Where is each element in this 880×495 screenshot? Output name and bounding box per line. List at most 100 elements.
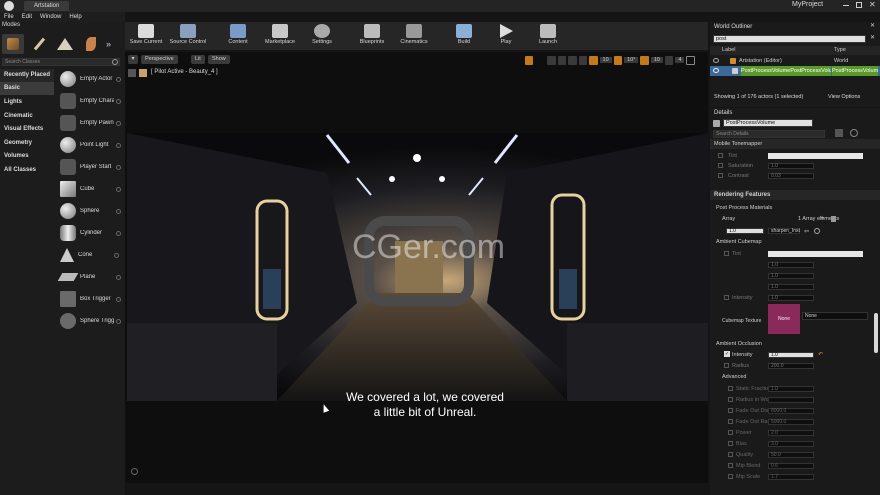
- world-outliner-tab[interactable]: World Outliner: [714, 22, 752, 32]
- scale-snap-value[interactable]: 10: [650, 57, 663, 63]
- place-item-plane[interactable]: Plane: [56, 266, 124, 288]
- cinematics-button[interactable]: Cinematics: [395, 22, 433, 45]
- content-button[interactable]: Content: [219, 22, 257, 45]
- place-item-cube[interactable]: Cube: [56, 178, 124, 200]
- advanced-row-field[interactable]: 1.7: [768, 474, 814, 480]
- outliner-row-postprocess[interactable]: PostProcessVolumePostProcessVolume PostP…: [710, 66, 880, 76]
- category-recently-placed[interactable]: Recently Placed: [0, 69, 54, 82]
- checkbox[interactable]: [728, 419, 733, 424]
- tint-color-swatch[interactable]: [768, 153, 863, 159]
- details-scrollbar[interactable]: [874, 313, 878, 353]
- info-icon[interactable]: [116, 230, 121, 236]
- more-modes-icon[interactable]: »: [106, 39, 111, 49]
- pilot-eject-icon[interactable]: [128, 69, 136, 77]
- lit-button[interactable]: Lit: [191, 55, 205, 64]
- advanced-row-field[interactable]: 1.0: [768, 386, 814, 392]
- outliner-close-icon[interactable]: ✕: [870, 22, 875, 29]
- surface-snap-icon[interactable]: [578, 55, 588, 65]
- camera-speed-icon[interactable]: [664, 55, 674, 65]
- cubemap-select[interactable]: None: [802, 312, 868, 320]
- element-asset-field[interactable]: sharpen_Inst: [768, 228, 800, 234]
- checkbox[interactable]: [728, 397, 733, 402]
- saturation-field[interactable]: 1.0: [768, 163, 814, 169]
- info-icon[interactable]: [116, 120, 121, 126]
- cubemap-thumbnail[interactable]: None: [768, 304, 800, 334]
- viewport-options-icon[interactable]: ▾: [128, 55, 138, 64]
- close-icon[interactable]: ✕: [869, 0, 876, 9]
- checkbox[interactable]: [728, 430, 733, 435]
- advanced-row-field[interactable]: 5000.0: [768, 419, 814, 425]
- category-volumes[interactable]: Volumes: [0, 150, 54, 163]
- cubemap-tint-swatch[interactable]: [768, 251, 863, 257]
- browse-arrow-icon[interactable]: ⇦: [804, 227, 809, 237]
- ambient-occlusion-row[interactable]: Ambient Occlusion: [710, 339, 880, 349]
- category-visual-effects[interactable]: Visual Effects: [0, 123, 54, 136]
- cubemap-r-field[interactable]: 1.0: [768, 262, 814, 268]
- category-basic[interactable]: Basic: [0, 82, 54, 95]
- delete-icon[interactable]: [831, 216, 836, 222]
- category-lights[interactable]: Lights: [0, 96, 54, 109]
- grid-snap-icon[interactable]: [589, 55, 598, 65]
- details-search-input[interactable]: Search Details: [713, 130, 825, 138]
- place-item-player-start[interactable]: Player Start: [56, 156, 124, 178]
- checkbox[interactable]: [724, 251, 729, 256]
- info-icon[interactable]: [116, 318, 121, 324]
- checkbox[interactable]: [718, 153, 723, 158]
- info-icon[interactable]: [116, 76, 121, 82]
- visibility-eye-icon[interactable]: [713, 68, 719, 73]
- info-icon[interactable]: [116, 142, 121, 148]
- checkbox[interactable]: [728, 452, 733, 457]
- checkbox[interactable]: [728, 441, 733, 446]
- maximize-viewport-icon[interactable]: [686, 55, 695, 65]
- info-icon[interactable]: [116, 164, 121, 170]
- launch-button[interactable]: Launch: [529, 22, 567, 45]
- save-current-button[interactable]: Save Current: [127, 22, 165, 45]
- info-icon[interactable]: [116, 98, 121, 104]
- info-icon[interactable]: [116, 186, 121, 192]
- advanced-row-field[interactable]: [768, 397, 814, 403]
- advanced-row-field[interactable]: 8000.0: [768, 408, 814, 414]
- scale-snap-icon[interactable]: [640, 55, 649, 65]
- place-item-empty-pawn[interactable]: Empty Pawn: [56, 112, 124, 134]
- settings-button[interactable]: Settings: [303, 22, 341, 45]
- menu-file[interactable]: File: [4, 14, 14, 20]
- translate-icon[interactable]: [525, 55, 534, 65]
- place-item-empty-actor[interactable]: Empty Actor: [56, 68, 124, 90]
- ambient-cubemap-row[interactable]: Ambient Cubemap: [710, 237, 880, 247]
- ao-intensity-field[interactable]: 1.0: [768, 352, 814, 358]
- foliage-mode-icon[interactable]: [80, 34, 102, 54]
- post-process-materials-row[interactable]: Post Process Materials: [710, 203, 880, 213]
- level-tab[interactable]: Artstation: [24, 1, 70, 11]
- advanced-row-field[interactable]: 2.0: [768, 430, 814, 436]
- info-icon[interactable]: [116, 274, 121, 280]
- checkbox[interactable]: [728, 474, 733, 479]
- info-icon[interactable]: [116, 296, 121, 302]
- checkbox[interactable]: [728, 408, 733, 413]
- minimize-icon[interactable]: [843, 5, 849, 6]
- ao-radius-field[interactable]: 200.0: [768, 363, 814, 369]
- info-icon[interactable]: [114, 252, 119, 258]
- checkbox[interactable]: [724, 295, 729, 300]
- scale-icon[interactable]: [568, 55, 577, 65]
- camera-speed-value[interactable]: 4: [675, 57, 685, 63]
- outliner-search-input[interactable]: post: [713, 35, 866, 43]
- place-mode-icon[interactable]: [2, 34, 24, 54]
- paint-mode-icon[interactable]: [28, 34, 50, 54]
- element-weight-field[interactable]: 1.0: [726, 228, 764, 234]
- advanced-row-field[interactable]: 0.6: [768, 463, 814, 469]
- cubemap-b-field[interactable]: 1.0: [768, 284, 814, 290]
- place-item-cone[interactable]: Cone: [56, 244, 124, 266]
- grid-snap-value[interactable]: 10: [599, 57, 612, 63]
- source-control-button[interactable]: Source Control: [169, 22, 207, 45]
- visibility-eye-icon[interactable]: [713, 58, 719, 63]
- property-matrix-icon[interactable]: [835, 129, 843, 137]
- section-mobile-tonemapper[interactable]: Mobile Tonemapper: [710, 139, 880, 149]
- rotate-icon[interactable]: [557, 55, 567, 65]
- world-icon[interactable]: [547, 55, 556, 65]
- checkbox[interactable]: [718, 163, 723, 168]
- menu-help[interactable]: Help: [69, 14, 81, 20]
- checkbox[interactable]: [728, 386, 733, 391]
- advanced-row-field[interactable]: 50.0: [768, 452, 814, 458]
- info-icon[interactable]: [116, 208, 121, 214]
- cubemap-g-field[interactable]: 1.0: [768, 273, 814, 279]
